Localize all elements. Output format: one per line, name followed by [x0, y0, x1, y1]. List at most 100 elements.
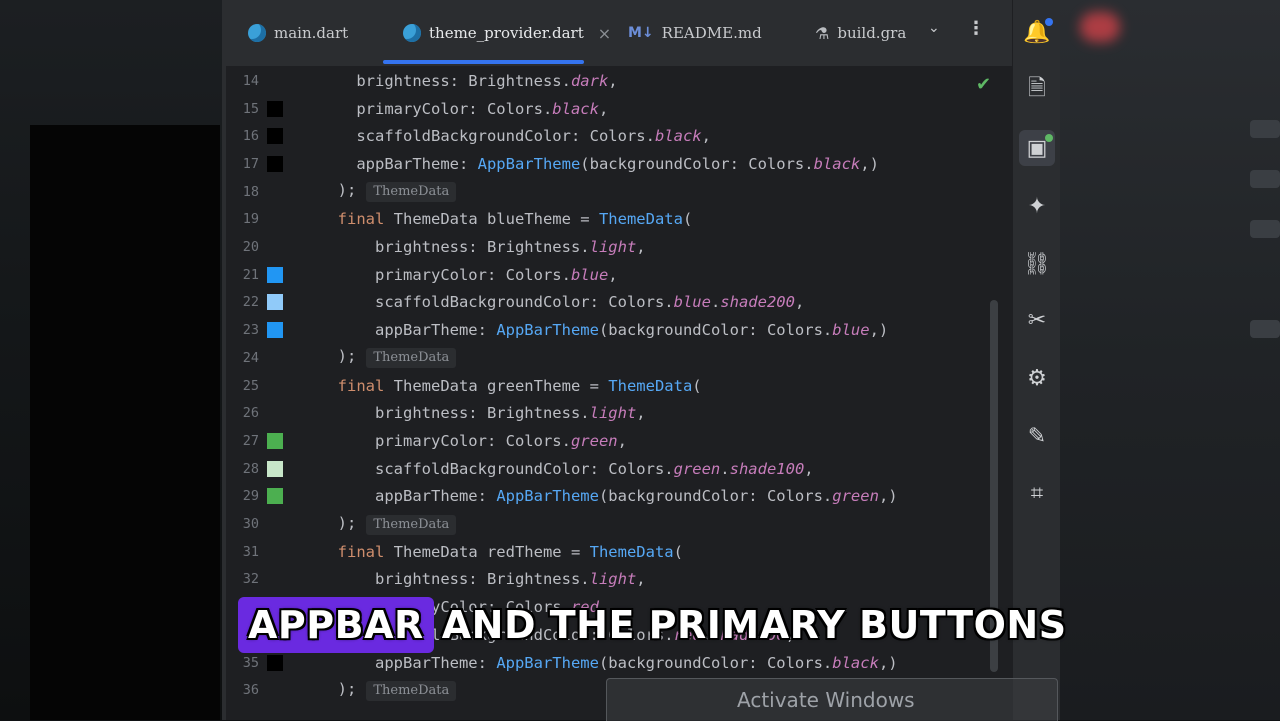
code-line[interactable]: 22 scaffoldBackgroundColor: Colors.blue.… [222, 289, 1012, 317]
code-token: ,) [878, 487, 898, 506]
code-token: green [832, 487, 879, 506]
code-text: final ThemeData blueTheme = ThemeData( [319, 210, 693, 229]
code-line[interactable]: 18 ); ThemeData [222, 178, 1012, 206]
code-token: final [319, 210, 385, 229]
code-text: primaryColor: Colors.black, [319, 100, 608, 118]
line-number: 15 [242, 100, 259, 117]
background-stripe [1250, 220, 1280, 238]
color-swatch[interactable] [267, 266, 283, 283]
code-token: AppBarTheme [477, 154, 581, 173]
tab-main-dart[interactable]: main.dart [248, 0, 348, 66]
color-swatch[interactable] [267, 488, 283, 505]
code-token: appBarTheme: [319, 321, 497, 340]
chevron-down-icon[interactable]: ⌄ [928, 20, 940, 36]
screen-capture-icon[interactable]: ⌗ [1019, 475, 1055, 511]
code-line[interactable]: 29 appBarTheme: AppBarTheme(backgroundCo… [222, 483, 1012, 511]
code-token: , [636, 570, 646, 589]
tab-theme-provider-dart[interactable]: theme_provider.dart × [403, 0, 611, 66]
line-number: 36 [242, 682, 259, 699]
code-token: ,) [878, 653, 898, 672]
color-swatch[interactable] [267, 128, 283, 145]
code-token: primaryColor: Colors. [319, 265, 571, 284]
line-number: 24 [242, 349, 259, 366]
gemini-sparkle-icon[interactable]: ✦ [1019, 188, 1055, 224]
code-text: ); ThemeData [319, 347, 457, 369]
settings-badge-icon[interactable]: ⚙ [1019, 360, 1055, 396]
code-token: dark [570, 71, 609, 90]
code-token: ); [319, 679, 357, 698]
dart-file-icon [403, 24, 421, 42]
pencil-icon[interactable]: ✎ [1019, 418, 1055, 454]
code-token: black [654, 127, 702, 146]
line-number: 26 [242, 405, 259, 422]
tab-label: README.md [661, 24, 762, 42]
code-token: ThemeData [608, 376, 693, 395]
code-token: brightness: Brightness. [319, 71, 571, 90]
code-line[interactable]: 24 ); ThemeData [222, 344, 1012, 372]
code-token: appBarTheme: [319, 154, 478, 173]
line-number: 28 [242, 460, 259, 477]
more-options-icon[interactable]: ⋮ [967, 18, 985, 39]
code-line[interactable]: 32 brightness: Brightness.light, [222, 566, 1012, 594]
line-number: 30 [242, 516, 259, 533]
code-line[interactable]: 23 appBarTheme: AppBarTheme(backgroundCo… [222, 316, 1012, 344]
code-token: , [598, 99, 609, 118]
code-token: (backgroundColor: Colors. [598, 321, 833, 340]
code-token: black [813, 154, 861, 173]
color-swatch[interactable] [267, 100, 283, 117]
tab-build-gradle[interactable]: ⚗ build.gra [815, 0, 906, 66]
code-line[interactable]: 31 final ThemeData redTheme = ThemeData( [222, 538, 1012, 566]
tab-readme-md[interactable]: M↓ README.md [628, 0, 762, 66]
inlay-type-hint: ThemeData [366, 514, 457, 535]
code-token: scaffoldBackgroundColor: Colors. [319, 293, 674, 312]
code-line[interactable]: 20 brightness: Brightness.light, [222, 233, 1012, 261]
code-text: appBarTheme: AppBarTheme(backgroundColor… [319, 487, 898, 505]
code-token: ThemeData [598, 210, 683, 229]
code-line[interactable]: 16 scaffoldBackgroundColor: Colors.black… [222, 122, 1012, 150]
code-token: ); [319, 347, 357, 366]
color-swatch[interactable] [267, 322, 283, 339]
color-swatch[interactable] [267, 294, 283, 311]
code-token: green [673, 459, 721, 478]
code-token: appBarTheme: [319, 653, 497, 672]
code-token: ThemeData [589, 542, 674, 561]
line-number: 25 [242, 377, 259, 394]
file-document-icon[interactable]: 🗎 [1019, 72, 1055, 108]
code-text: ); ThemeData [319, 514, 457, 535]
code-token: shade100 [729, 459, 805, 478]
link-icon[interactable]: ⛓ [1019, 246, 1055, 282]
code-token: . [720, 459, 730, 478]
line-number: 35 [242, 654, 259, 671]
color-swatch[interactable] [267, 432, 283, 449]
code-token: blue [570, 265, 609, 284]
code-line[interactable]: 17 appBarTheme: AppBarTheme(backgroundCo… [222, 150, 1012, 178]
background-blur-dot [1080, 12, 1120, 42]
device-manager-icon[interactable]: ▣ [1019, 130, 1055, 166]
code-token: light [589, 238, 637, 257]
code-line[interactable]: 30 ); ThemeData [222, 510, 1012, 538]
code-token: primaryColor: Colors. [319, 99, 553, 118]
color-swatch[interactable] [267, 460, 283, 477]
code-line[interactable]: 14 brightness: Brightness.dark, [222, 67, 1012, 95]
code-text: ); ThemeData [319, 181, 457, 203]
code-line[interactable]: 19 final ThemeData blueTheme = ThemeData… [222, 206, 1012, 234]
code-line[interactable]: 25 final ThemeData greenTheme = ThemeDat… [222, 372, 1012, 400]
code-line[interactable]: 26 brightness: Brightness.light, [222, 399, 1012, 427]
color-swatch[interactable] [267, 654, 283, 671]
activate-windows-text: Activate Windows [737, 688, 915, 712]
code-token: ,) [869, 321, 889, 340]
code-line[interactable]: 15 primaryColor: Colors.black, [222, 95, 1012, 123]
code-text: scaffoldBackgroundColor: Colors.blue.sha… [319, 293, 804, 311]
color-swatch[interactable] [267, 155, 283, 172]
line-number: 32 [242, 571, 259, 588]
close-icon[interactable]: × [598, 24, 611, 43]
line-number: 22 [242, 294, 259, 311]
notifications-bell-icon[interactable]: 🔔 [1019, 14, 1055, 50]
inlay-type-hint: ThemeData [366, 348, 457, 369]
code-line[interactable]: 21 primaryColor: Colors.blue, [222, 261, 1012, 289]
code-token: scaffoldBackgroundColor: Colors. [319, 459, 674, 478]
code-line[interactable]: 28 scaffoldBackgroundColor: Colors.green… [222, 455, 1012, 483]
tab-label: main.dart [274, 24, 349, 42]
code-line[interactable]: 27 primaryColor: Colors.green, [222, 427, 1012, 455]
tools-icon[interactable]: ✂ [1019, 302, 1055, 338]
